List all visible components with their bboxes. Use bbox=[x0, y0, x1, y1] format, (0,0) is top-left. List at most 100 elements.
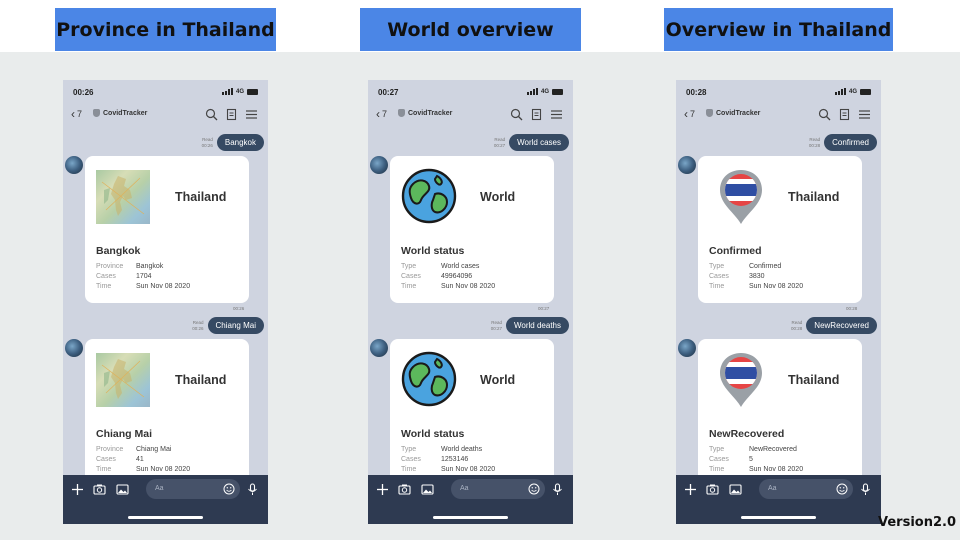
microphone-icon[interactable] bbox=[551, 483, 564, 496]
back-button[interactable]: ‹ 7 bbox=[684, 108, 695, 120]
emoji-icon[interactable] bbox=[223, 483, 235, 495]
plus-icon[interactable] bbox=[71, 483, 84, 496]
detail-key: Type bbox=[709, 446, 725, 453]
bot-avatar[interactable] bbox=[678, 156, 696, 174]
network-label: 4G bbox=[235, 88, 244, 95]
emoji-icon[interactable] bbox=[528, 483, 540, 495]
detail-value: Sun Nov 08 2020 bbox=[441, 283, 496, 290]
unread-count: 7 bbox=[690, 109, 696, 119]
image-icon[interactable] bbox=[421, 483, 434, 496]
detail-value: Sun Nov 08 2020 bbox=[136, 466, 191, 473]
result-card[interactable]: Thailand Bangkok Province Bangkok Cases 1704 T… bbox=[85, 156, 249, 303]
chat-title: CovidTracker bbox=[398, 109, 452, 117]
status-time: 00:28 bbox=[686, 88, 707, 97]
card-detail-row: Cases 5 bbox=[709, 455, 803, 465]
notes-icon[interactable] bbox=[225, 108, 238, 121]
shield-icon bbox=[706, 109, 713, 117]
emoji-icon[interactable] bbox=[836, 483, 848, 495]
status-indicators: 4G bbox=[526, 88, 563, 95]
query-bubble[interactable]: World deaths bbox=[506, 317, 569, 334]
thailand-map-image bbox=[96, 353, 150, 407]
message-input[interactable]: Aa bbox=[451, 479, 545, 499]
message-input[interactable]: Aa bbox=[146, 479, 240, 499]
detail-key: Type bbox=[709, 263, 725, 270]
plus-icon[interactable] bbox=[684, 483, 697, 496]
result-card[interactable]: World World status Type World deaths Cases 12… bbox=[390, 339, 554, 486]
sent-time: 00:26 bbox=[192, 325, 204, 331]
detail-value: NewRecovered bbox=[749, 446, 797, 453]
detail-value: 5 bbox=[749, 456, 753, 463]
bot-avatar[interactable] bbox=[65, 339, 83, 357]
query-bubble[interactable]: Bangkok bbox=[216, 134, 264, 151]
chat-area: Read 00:28 Confirmed Thailand Confirmed Type C… bbox=[676, 128, 881, 486]
chat-title-label: CovidTracker bbox=[103, 109, 148, 117]
microphone-icon[interactable] bbox=[859, 483, 872, 496]
card-region-name: Thailand bbox=[175, 373, 227, 387]
detail-key: Time bbox=[96, 466, 112, 473]
search-icon[interactable] bbox=[818, 108, 831, 121]
plus-icon[interactable] bbox=[376, 483, 389, 496]
card-detail-row: Cases 41 bbox=[96, 455, 190, 465]
card-region-name: World bbox=[480, 373, 516, 387]
chevron-left-icon: ‹ bbox=[684, 107, 688, 121]
notes-icon[interactable] bbox=[838, 108, 851, 121]
battery-icon bbox=[860, 88, 871, 95]
notes-icon[interactable] bbox=[530, 108, 543, 121]
camera-icon[interactable] bbox=[93, 483, 106, 496]
bot-avatar[interactable] bbox=[678, 339, 696, 357]
back-button[interactable]: ‹ 7 bbox=[376, 108, 387, 120]
status-bar: 00:27 4G bbox=[368, 80, 573, 102]
search-icon[interactable] bbox=[205, 108, 218, 121]
card-detail-row: Type Confirmed bbox=[709, 262, 803, 272]
image-icon[interactable] bbox=[729, 483, 742, 496]
detail-key: Province bbox=[96, 446, 124, 453]
detail-key: Cases bbox=[401, 456, 421, 463]
query-bubble[interactable]: Confirmed bbox=[824, 134, 877, 151]
sent-time: 00:28 bbox=[808, 142, 821, 148]
menu-icon[interactable] bbox=[245, 108, 258, 121]
search-icon[interactable] bbox=[510, 108, 523, 121]
chat-area: Read 00:26 Bangkok Thailand Bangkok Province B… bbox=[63, 128, 268, 486]
header-thailand: Overview in Thailand bbox=[664, 8, 893, 51]
message-meta: Read 00:28 bbox=[791, 320, 802, 332]
microphone-icon[interactable] bbox=[246, 483, 259, 496]
detail-key: Cases bbox=[709, 273, 729, 280]
chat-title-label: CovidTracker bbox=[408, 109, 453, 117]
header-world: World overview bbox=[360, 8, 581, 51]
back-button[interactable]: ‹ 7 bbox=[71, 108, 82, 120]
result-card[interactable]: Thailand Chiang Mai Province Chiang Mai Case… bbox=[85, 339, 249, 486]
result-card[interactable]: Thailand NewRecovered Type NewRecovered Case… bbox=[698, 339, 862, 486]
signal-icon bbox=[526, 88, 538, 95]
chat-header: ‹ 7 CovidTracker bbox=[368, 104, 573, 128]
detail-key: Cases bbox=[96, 456, 116, 463]
bot-avatar[interactable] bbox=[65, 156, 83, 174]
input-toolbar: Aa bbox=[676, 475, 881, 524]
query-bubble[interactable]: Chiang Mai bbox=[207, 317, 264, 334]
camera-icon[interactable] bbox=[398, 483, 411, 496]
network-label: 4G bbox=[848, 88, 857, 95]
camera-icon[interactable] bbox=[706, 483, 719, 496]
menu-icon[interactable] bbox=[858, 108, 871, 121]
sent-time: 00:27 bbox=[493, 142, 506, 148]
header-actions bbox=[510, 108, 563, 121]
card-detail-row: Time Sun Nov 08 2020 bbox=[96, 465, 190, 475]
result-card[interactable]: World World status Type World cases Cases 499… bbox=[390, 156, 554, 303]
bot-avatar[interactable] bbox=[370, 339, 388, 357]
card-detail-row: Cases 1253146 bbox=[401, 455, 495, 465]
chevron-left-icon: ‹ bbox=[71, 107, 75, 121]
detail-key: Type bbox=[401, 263, 417, 270]
card-detail-row: Type NewRecovered bbox=[709, 445, 803, 455]
result-card[interactable]: Thailand Confirmed Type Confirmed Cases 3830 T… bbox=[698, 156, 862, 303]
query-bubble[interactable]: World cases bbox=[509, 134, 569, 151]
query-bubble[interactable]: NewRecovered bbox=[806, 317, 877, 334]
card-detail-row: Time Sun Nov 08 2020 bbox=[401, 282, 495, 292]
card-detail-row: Time Sun Nov 08 2020 bbox=[709, 465, 803, 475]
menu-icon[interactable] bbox=[550, 108, 563, 121]
message-input[interactable]: Aa bbox=[759, 479, 853, 499]
image-icon[interactable] bbox=[116, 483, 129, 496]
card-detail-row: Cases 1704 bbox=[96, 272, 190, 282]
bot-avatar[interactable] bbox=[370, 156, 388, 174]
detail-value: Sun Nov 08 2020 bbox=[441, 466, 496, 473]
network-label: 4G bbox=[540, 88, 549, 95]
home-indicator bbox=[433, 516, 508, 519]
